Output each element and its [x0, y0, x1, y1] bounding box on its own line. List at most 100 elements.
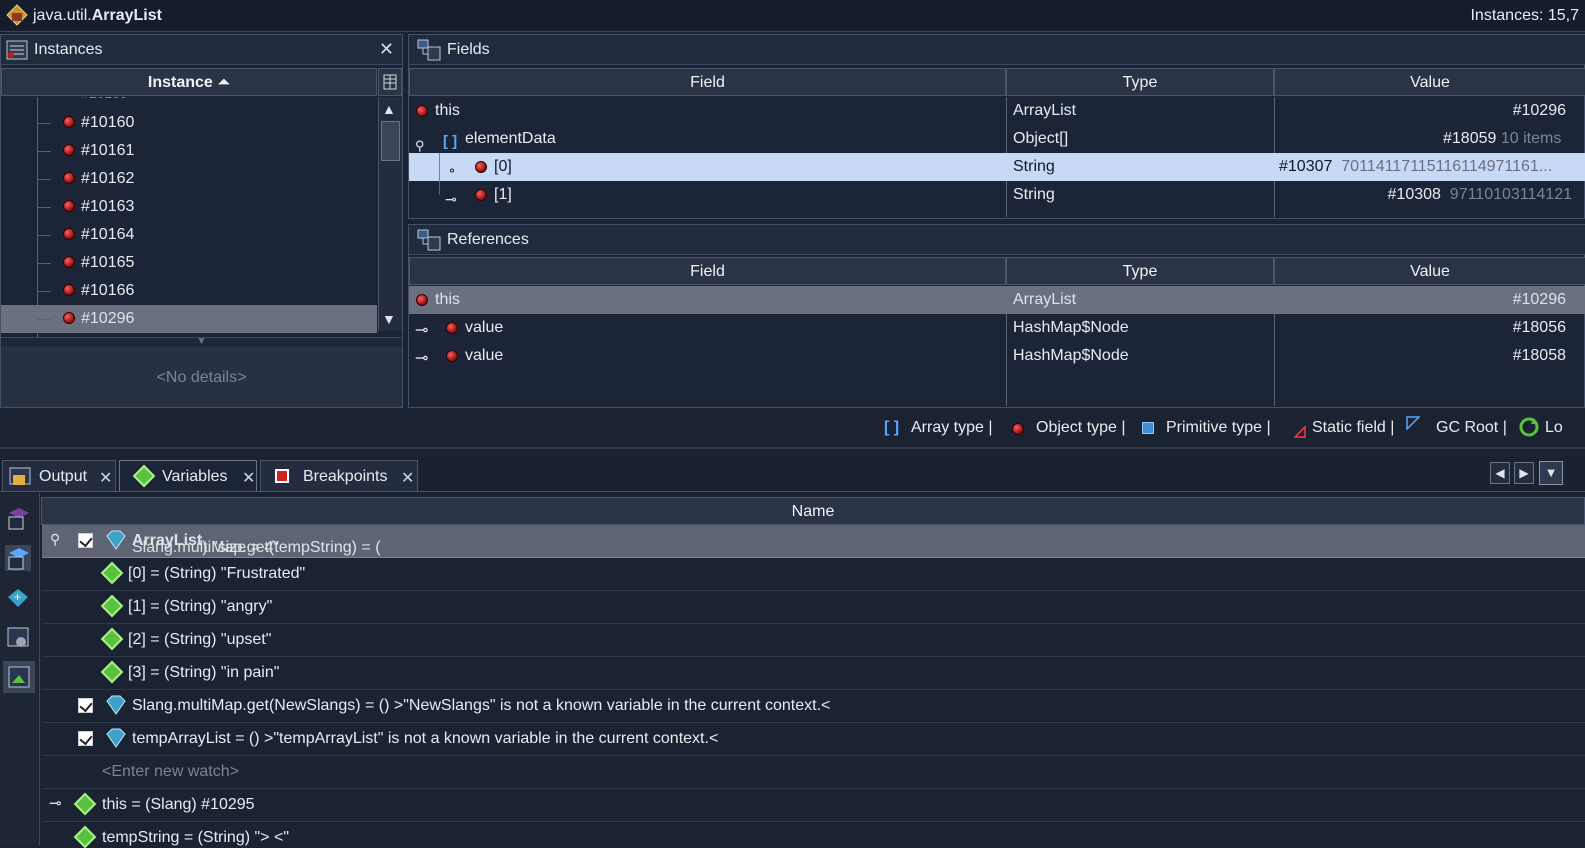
list-item[interactable]: #10162 [1, 165, 377, 193]
scroll-up-icon[interactable]: ▲ [382, 101, 396, 117]
table-row[interactable]: this ArrayList #10296 [409, 97, 1585, 125]
table-row[interactable]: ⊸ value HashMap$Node #18058 [409, 342, 1585, 370]
table-row-selected[interactable]: ⚬ [0] String #10307 70114117115116114971… [409, 153, 1585, 181]
scroll-down-icon[interactable]: ▼ [382, 311, 396, 327]
variable-icon [100, 627, 124, 651]
scroll-thumb[interactable] [381, 121, 400, 161]
primitive-type-icon [1142, 422, 1154, 434]
tab-variables[interactable]: Variables ✕ [119, 460, 257, 491]
object-icon [63, 172, 75, 184]
object-icon [475, 189, 487, 201]
watch-checkbox[interactable] [78, 533, 93, 548]
ref-value-column-header[interactable]: Value [1274, 257, 1585, 285]
close-tab-icon[interactable]: ✕ [401, 468, 414, 488]
watch-type-icon[interactable] [5, 545, 31, 571]
list-item[interactable]: [2] = (String) "upset" [42, 624, 1585, 657]
output-icon [9, 467, 31, 487]
class-icon [6, 4, 28, 26]
list-item[interactable]: #10161 [1, 137, 377, 165]
fields-icon [417, 39, 441, 61]
list-item[interactable]: #10160 [1, 109, 377, 137]
splitter-handle[interactable]: ▼ [1, 337, 402, 347]
references-panel: References Field Type Value this ArrayLi… [408, 224, 1585, 408]
svg-text:+: + [14, 590, 21, 604]
pin-watch-icon[interactable] [3, 661, 35, 693]
variables-icon [132, 464, 156, 488]
references-table: this ArrayList #10296 ⊸ value HashMap$No… [409, 286, 1585, 406]
array-type-icon: [ ] [884, 419, 900, 436]
watch-checkbox[interactable] [78, 731, 93, 746]
watch-gem-icon [104, 694, 128, 716]
watch-gem-icon [104, 727, 128, 749]
object-icon [63, 256, 75, 268]
list-item[interactable]: #10164 [1, 221, 377, 249]
instance-column-header[interactable]: Instance ⏶ [1, 68, 377, 96]
variables-toolbar: + [0, 493, 40, 846]
name-column-header[interactable]: Name [41, 497, 1585, 525]
expand-toggle-icon[interactable]: ⊸ [49, 794, 62, 812]
table-row[interactable]: ⚲ [ ] elementData Object[] #18059 10 ite… [409, 125, 1585, 153]
list-item[interactable]: [0] = (String) "Frustrated" [42, 558, 1585, 591]
list-item[interactable]: ⊸ this = (Slang) #10295 [42, 789, 1585, 822]
new-watch-icon[interactable]: + [5, 585, 31, 611]
list-item[interactable]: [1] = (String) "angry" [42, 591, 1585, 624]
class-title: java.util.ArrayList [33, 7, 162, 24]
object-type-icon [1012, 423, 1024, 435]
loop-icon [1518, 416, 1540, 438]
legend-primitive: Primitive type | [1166, 419, 1271, 436]
watch-row[interactable]: tempArrayList = () >"tempArrayList" is n… [42, 723, 1585, 756]
object-icon [63, 116, 75, 128]
object-icon [63, 200, 75, 212]
tab-scroll-right-icon[interactable]: ▶ [1514, 462, 1534, 484]
list-item[interactable]: #10163 [1, 193, 377, 221]
expand-toggle-icon[interactable]: ⊸ [415, 317, 428, 345]
variable-icon [100, 594, 124, 618]
table-row[interactable]: ⊸ [1] String #10308 97110103114121 [409, 181, 1585, 209]
value-column-header[interactable]: Value [1274, 68, 1585, 96]
object-icon [63, 144, 75, 156]
watch-row[interactable]: ⚲ Slang.multiMap.get(tempString) = (Arra… [42, 525, 1585, 558]
object-icon [63, 284, 75, 296]
column-chooser-icon[interactable] [378, 68, 402, 96]
object-icon [446, 322, 458, 334]
close-instances-icon[interactable]: ✕ [379, 39, 394, 60]
list-item[interactable]: tempString = (String) "> <" [42, 822, 1585, 848]
instances-title-bar: Instances ✕ [1, 35, 402, 65]
list-item[interactable]: [3] = (String) "in pain" [42, 657, 1585, 690]
expand-toggle-icon[interactable]: ⊸ [445, 185, 457, 213]
instance-scrollbar[interactable]: ▲ ▼ [378, 97, 402, 331]
array-type-icon: [ ] [443, 133, 458, 150]
variable-icon [100, 561, 124, 585]
legend-array: Array type | [911, 419, 993, 436]
close-tab-icon[interactable]: ✕ [99, 468, 112, 488]
watch-row[interactable]: Slang.multiMap.get(NewSlangs) = () >"New… [42, 690, 1585, 723]
list-item[interactable]: #10165 [1, 249, 377, 277]
breakpoint-icon [275, 469, 289, 483]
tab-scroll-left-icon[interactable]: ◀ [1490, 462, 1510, 484]
instances-icon [6, 40, 28, 60]
instance-list: #10159 #10160 #10161 #10162 #10163 #1016… [1, 97, 377, 337]
variable-icon [100, 660, 124, 684]
title-bar: java.util.ArrayList Instances: 15,7 [0, 0, 1585, 32]
table-row-selected[interactable]: this ArrayList #10296 [409, 286, 1585, 314]
watch-gem-icon [104, 529, 128, 551]
tab-list-icon[interactable]: ▼ [1539, 461, 1563, 485]
collapse-toggle-icon[interactable]: ⚲ [50, 531, 60, 548]
tab-output[interactable]: Output ✕ [2, 460, 116, 491]
type-column-header[interactable]: Type [1006, 68, 1274, 96]
settings-icon[interactable] [5, 625, 31, 651]
list-item-selected[interactable]: #10296 [1, 305, 377, 333]
new-watch-input[interactable]: <Enter new watch> [42, 756, 1585, 789]
tab-breakpoints[interactable]: Breakpoints ✕ [260, 460, 418, 491]
ref-type-column-header[interactable]: Type [1006, 257, 1274, 285]
ref-field-column-header[interactable]: Field [409, 257, 1006, 285]
field-column-header[interactable]: Field [409, 68, 1006, 96]
legend-gcroot: GC Root | [1436, 419, 1507, 436]
watch-icon[interactable] [5, 505, 31, 531]
expand-toggle-icon[interactable]: ⊸ [415, 345, 428, 373]
table-row[interactable]: ⊸ value HashMap$Node #18056 [409, 314, 1585, 342]
watch-checkbox[interactable] [78, 698, 93, 713]
list-item[interactable]: #10166 [1, 277, 377, 305]
close-tab-icon[interactable]: ✕ [242, 468, 255, 488]
divider [0, 447, 1585, 449]
